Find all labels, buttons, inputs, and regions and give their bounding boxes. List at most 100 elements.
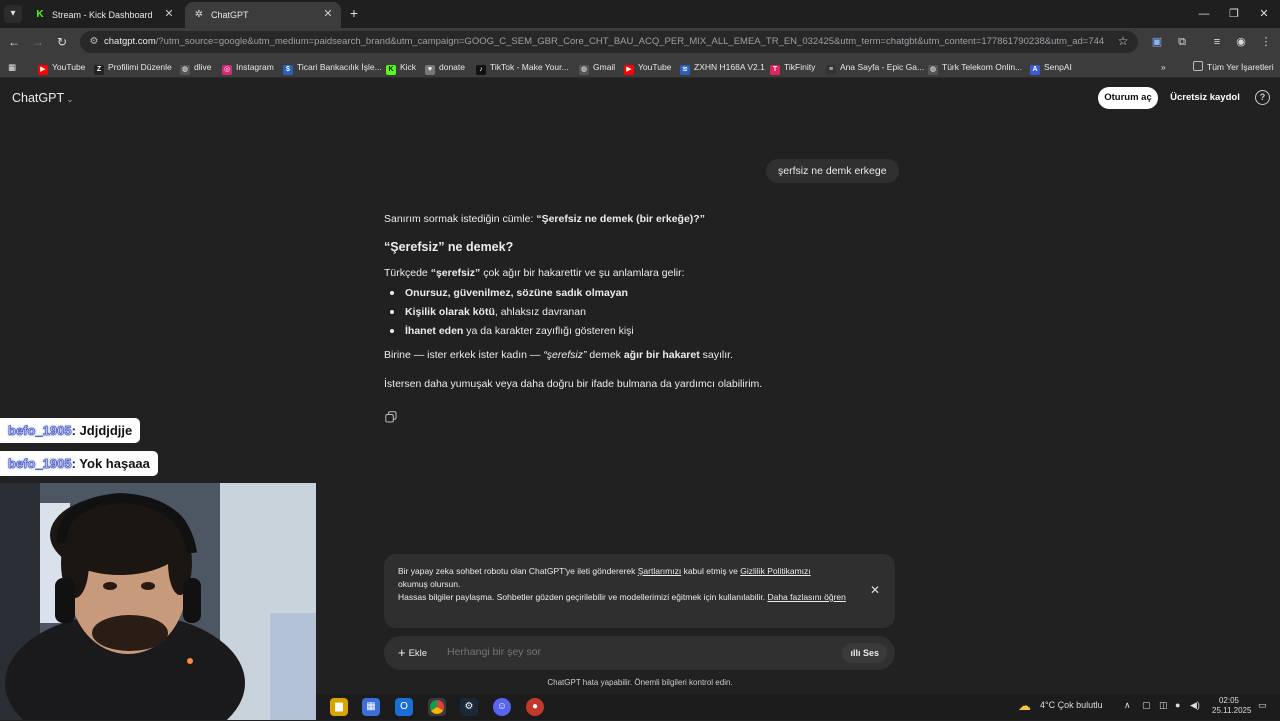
notifications-icon[interactable]: ▭ [1258,700,1267,711]
bookmark-item[interactable]: ≋ ZXHN H168A V2.1 [680,60,765,75]
stream-chat-message: befo_1905: Yok haşaaa [0,451,158,476]
tab-kick-dashboard[interactable]: K Stream - Kick Dashboard ✕ [26,2,182,28]
item-rest: ya da karakter zayıflığı gösteren kişi [463,325,634,337]
globe-icon: ◍ [180,65,190,75]
discord-icon[interactable]: ☺ [493,698,511,716]
notice-text: kabul etmiş ve [681,566,741,576]
signup-button[interactable]: Ücretsiz kaydol [1165,87,1245,109]
bookmark-star-icon[interactable]: ☆ [1116,34,1130,48]
extensions-icon[interactable]: ⧉ [1174,34,1190,50]
bookmark-item[interactable]: ♪ TikTok - Make Your... [476,60,569,75]
close-notice-icon[interactable]: ✕ [869,584,881,596]
answer-paragraph: Birine — ister erkek ister kadın — “şere… [384,348,733,362]
recording-app-icon[interactable]: ● [526,698,544,716]
translate-icon[interactable]: ▣ [1149,34,1165,50]
weather-text[interactable]: 4°C Çok bulutlu [1040,700,1103,710]
volume-icon[interactable]: ◀) [1190,700,1200,711]
tray-overflow-icon[interactable]: ∧ [1124,700,1131,711]
p2-text: demek [586,349,624,361]
back-icon[interactable]: ← [6,34,22,50]
composer: +Ekle ıllı Ses [384,636,895,670]
close-tab-icon[interactable]: ✕ [162,7,176,21]
answer-lead: Türkçede “şerefsiz” çok ağır bir hakaret… [384,266,685,280]
chat-username: befo_1905 [8,456,72,472]
bookmark-label: Kick [400,62,417,72]
bookmark-item[interactable]: ♥ donate [425,60,465,75]
bookmark-item[interactable]: ◎ Instagram [222,60,274,75]
bookmark-item[interactable]: ▶ YouTube [624,60,671,75]
menu-icon[interactable]: ⋮ [1258,34,1274,50]
bookmark-label: Instagram [236,62,274,72]
all-bookmarks[interactable]: Tüm Yer İşaretleri [1193,60,1274,74]
more-bookmarks-icon[interactable]: » [1161,60,1166,74]
outlook-icon[interactable]: O [395,698,413,716]
close-tab-icon[interactable]: ✕ [321,7,335,21]
login-button[interactable]: Oturum aç [1098,87,1158,109]
voice-button[interactable]: ıllı Ses [842,643,887,663]
tab-title: ChatGPT [211,10,249,20]
clock-date: 25.11.2025 [1212,706,1252,715]
p2-italic: “şerefsiz” [543,349,587,361]
bookmark-item[interactable]: T TikFinity [770,60,816,75]
site-info-icon[interactable]: ⚙ [87,35,101,49]
url-text: chatgpt.com/?utm_source=google&utm_mediu… [104,36,1104,47]
help-icon[interactable]: ? [1255,90,1270,105]
add-label: Ekle [408,648,428,659]
privacy-link[interactable]: Gizlilik Politikamızı [740,566,810,576]
senpai-icon: A [1030,65,1040,75]
tray-app-icon[interactable]: ◫ [1159,700,1168,711]
bookmark-label: Türk Telekom Onlin... [942,62,1023,72]
tab-search-icon[interactable]: ▾ [4,5,22,23]
reload-icon[interactable]: ↻ [54,34,70,50]
address-bar[interactable]: ⚙ chatgpt.com/?utm_source=google&utm_med… [80,31,1138,53]
bookmark-item[interactable]: ◍ Türk Telekom Onlin... [928,60,1023,75]
add-attachment-button[interactable]: + Ekle [392,643,433,663]
profile-icon[interactable]: ◉ [1233,34,1249,50]
answer-intro: Sanırım sormak istediğin cümle: “Şerefsi… [384,212,705,226]
bookmark-label: TikFinity [784,62,816,72]
apps-icon[interactable]: ▦ [8,60,16,74]
new-tab-icon[interactable]: + [346,5,362,21]
tray-app-icon[interactable]: ▢ [1142,700,1151,711]
store-icon[interactable]: ▦ [362,698,380,716]
bookmark-item[interactable]: $ Ticari Bankacılık İşle... [283,60,382,75]
list-item: İhanet eden ya da karakter zayıflığı gös… [384,324,634,343]
globe-icon: ◍ [579,65,589,75]
steam-icon[interactable]: ⚙ [460,698,478,716]
terms-link[interactable]: Şartlarımızı [638,566,681,576]
bookmark-item[interactable]: Z Profilimi Düzenle [94,60,172,75]
bookmark-label: Ana Sayfa - Epic Ga... [840,62,925,72]
notice-text: Hassas bilgiler paylaşma. Sohbetler gözd… [398,592,768,602]
item-bold: Onursuz, güvenilmez, sözüne sadık olmaya… [405,287,628,299]
bookmark-label: Ticari Bankacılık İşle... [297,62,382,72]
bookmark-item[interactable]: A SenpAI [1030,60,1072,75]
file-explorer-icon[interactable]: ▆ [330,698,348,716]
window-close-icon[interactable]: ✕ [1254,6,1274,22]
url-domain: chatgpt.com [104,36,156,47]
bookmark-item[interactable]: ◍ Gmail [579,60,615,75]
copy-icon[interactable] [385,411,397,423]
webcam-image [0,483,316,720]
bookmark-item[interactable]: ◍ dlive [180,60,211,75]
bookmark-item[interactable]: K Kick [386,60,417,75]
media-controls-icon[interactable]: ≡ [1209,34,1225,50]
bookmark-item[interactable]: ≡ Ana Sayfa - Epic Ga... [826,60,925,75]
learn-more-link[interactable]: Daha fazlasını öğren [767,592,845,602]
epic-icon: ≡ [826,65,836,75]
tab-chatgpt[interactable]: ✲ ChatGPT ✕ [185,2,341,28]
notice-terms-text: Bir yapay zeka sohbet robotu olan ChatGP… [398,565,828,591]
minimize-icon[interactable]: — [1194,6,1214,22]
restore-icon[interactable]: ❐ [1224,6,1244,22]
prompt-input[interactable] [447,646,827,658]
bookmark-item[interactable]: ▶ YouTube [38,60,86,75]
microphone-icon[interactable]: ● [1175,700,1180,710]
forward-icon[interactable]: → [30,34,46,50]
weather-icon[interactable]: ☁ [1018,698,1031,714]
chrome-icon[interactable] [428,698,446,716]
clock-time: 02:05 [1218,696,1240,705]
model-selector[interactable]: ChatGPT ⌄ [12,91,74,105]
chatgpt-icon: ✲ [194,9,204,20]
item-rest: , ahlaksız davranan [494,306,586,318]
clock[interactable]: 02:05 25.11.2025 [1212,696,1252,716]
bookmark-label: YouTube [52,62,86,72]
